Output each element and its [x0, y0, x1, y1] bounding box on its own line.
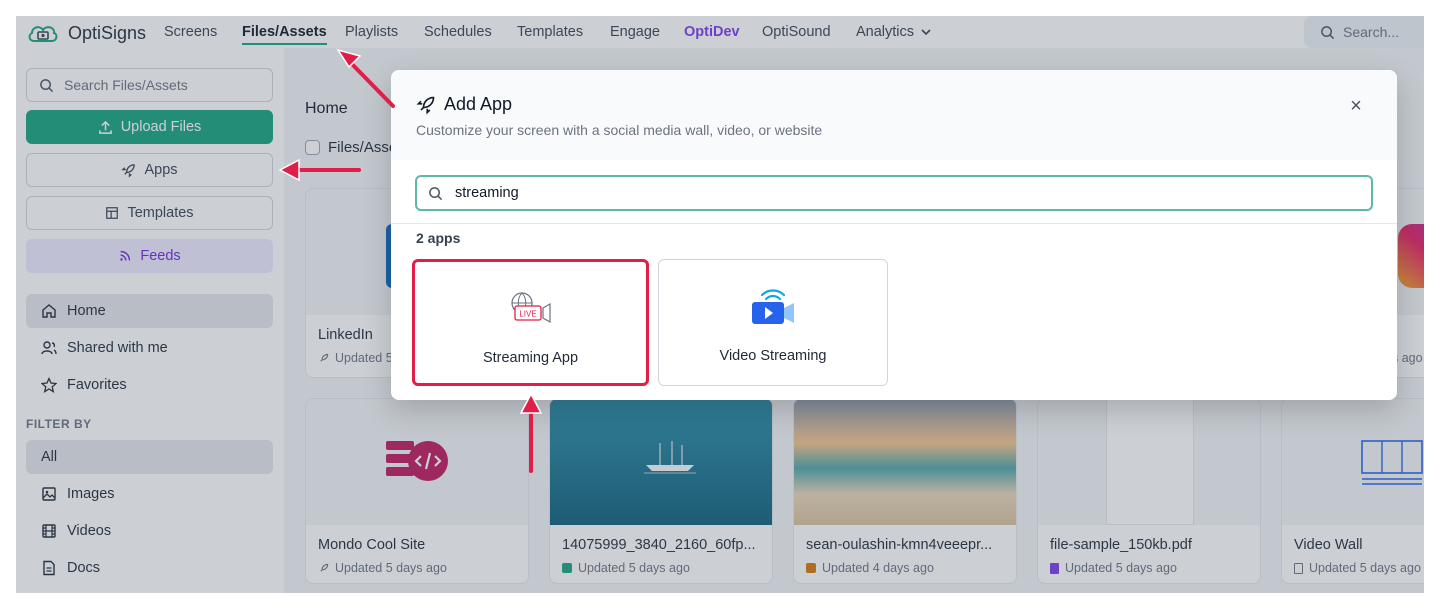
modal-title: Add App	[416, 94, 512, 115]
divider	[391, 223, 1397, 224]
modal-subtitle: Customize your screen with a social medi…	[416, 122, 823, 138]
add-app-modal: Add App Customize your screen with a soc…	[391, 70, 1397, 400]
modal-header: Add App Customize your screen with a soc…	[391, 70, 1397, 160]
app-window: OptiSigns Screens Files/Assets Playlists…	[16, 16, 1424, 593]
rocket-icon	[416, 96, 435, 114]
search-icon	[429, 186, 443, 200]
video-streaming-icon	[752, 289, 794, 324]
live-stream-icon: LIVE	[510, 292, 551, 324]
modal-title-text: Add App	[444, 94, 513, 114]
app-search-input[interactable]: streaming	[415, 175, 1373, 211]
apps-result-count: 2 apps	[416, 230, 461, 246]
app-search-value: streaming	[455, 185, 519, 201]
live-badge-text: LIVE	[519, 310, 536, 319]
app-card-video-streaming[interactable]: Video Streaming	[658, 259, 888, 386]
app-name: Streaming App	[482, 350, 579, 366]
close-icon[interactable]: ×	[1346, 96, 1366, 116]
app-card-streaming-app[interactable]: LIVE Streaming App	[412, 259, 649, 386]
app-name: Video Streaming	[719, 348, 827, 364]
